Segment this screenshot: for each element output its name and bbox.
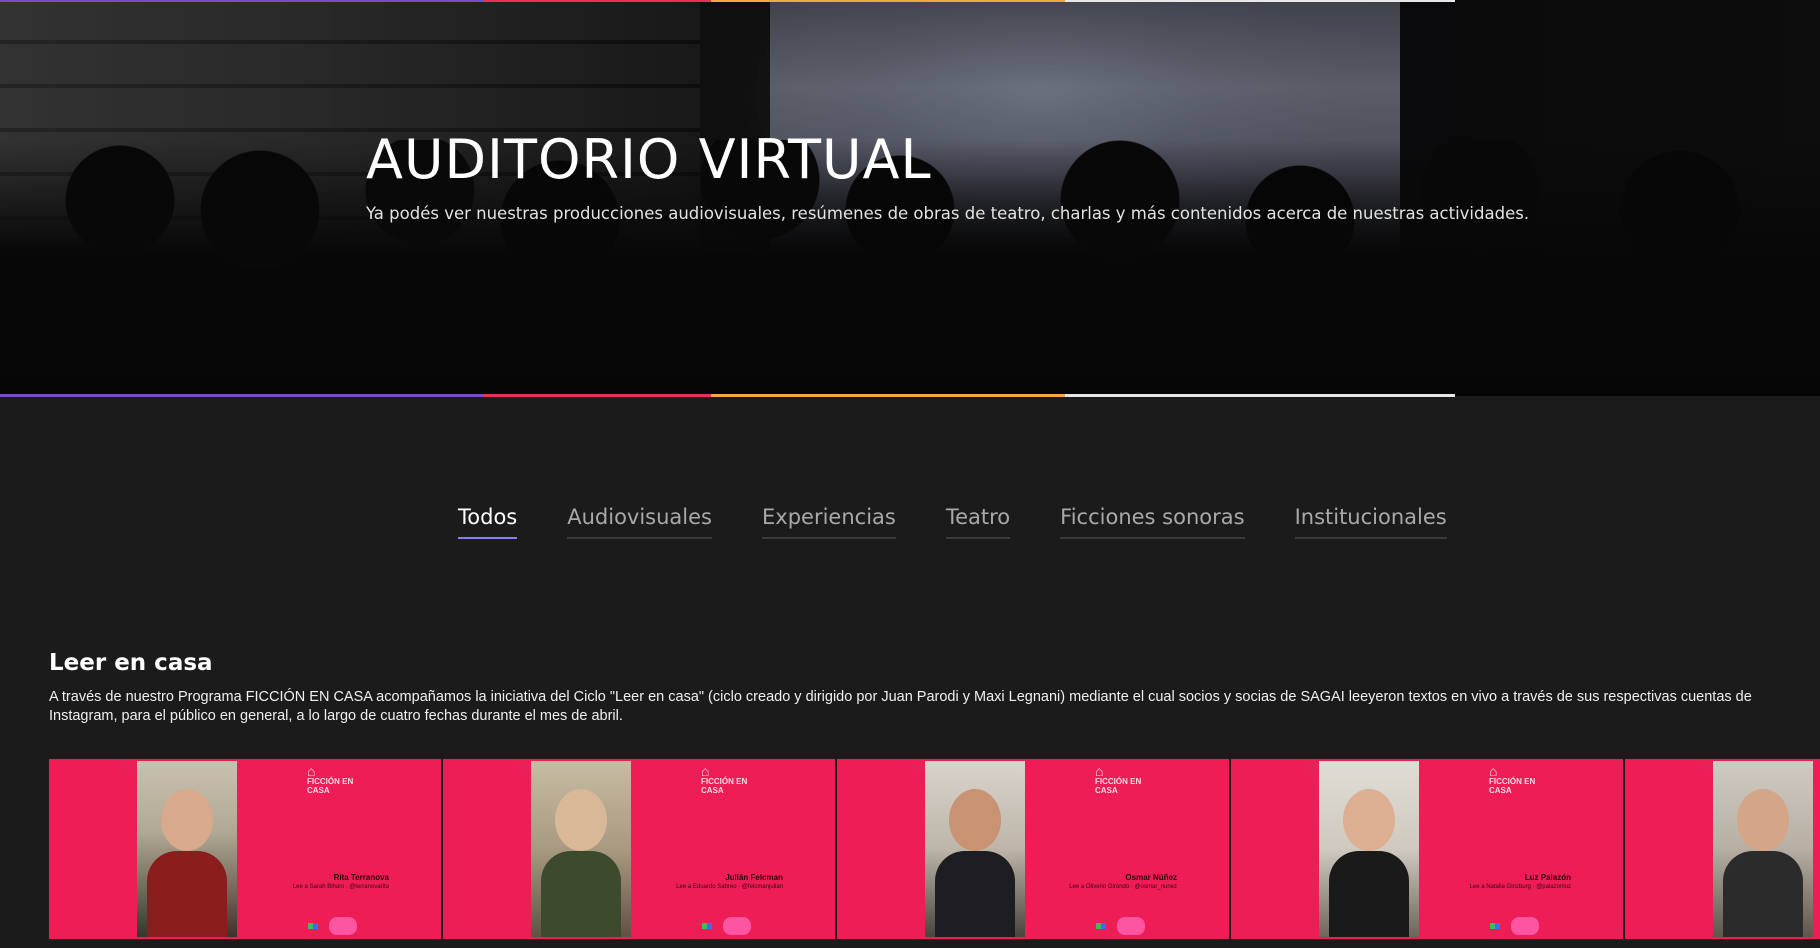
video-thumbnail — [531, 761, 631, 937]
ficcion-en-casa-logo: ⌂ FICCIÓN EN CASA — [701, 763, 761, 805]
video-thumbnail — [1319, 761, 1419, 937]
person-face — [1343, 789, 1395, 851]
bottom-color-bar-2 — [483, 394, 711, 397]
leer-en-casa-badge-icon — [723, 917, 751, 935]
hero-overlay — [0, 0, 1820, 396]
tab-audiovisuales[interactable]: Audiovisuales — [567, 505, 712, 539]
video-card[interactable]: ⌂ FICCIÓN EN CASA Osmar Núñez Lee a Olive… — [837, 759, 1229, 939]
house-icon: ⌂ — [701, 763, 710, 779]
person-face — [1737, 789, 1789, 851]
video-thumbnail — [1713, 761, 1813, 937]
tab-todos[interactable]: Todos — [458, 505, 518, 539]
logo-text: FICCIÓN EN CASA — [1489, 777, 1536, 795]
video-card[interactable]: ⌂ FICCIÓN EN CASA Julián Felcman Lee a Ed… — [443, 759, 835, 939]
live-badge-icon — [1305, 763, 1319, 770]
person-silhouette — [1329, 851, 1409, 937]
hero-banner: AUDITORIO VIRTUAL Ya podés ver nuestras … — [0, 0, 1820, 396]
top-color-bar-2 — [483, 0, 711, 2]
flag-icon — [1490, 923, 1500, 929]
flag-icon — [308, 923, 318, 929]
live-badge-icon — [123, 763, 137, 770]
house-icon: ⌂ — [307, 763, 316, 779]
video-card[interactable] — [1625, 759, 1820, 939]
person-silhouette — [1723, 851, 1803, 937]
video-carousel: ⌂ FICCIÓN EN CASA Rita Terranova Lee a Sa… — [49, 759, 1820, 939]
live-badge-icon — [517, 763, 531, 770]
flag-icon — [1096, 923, 1106, 929]
tab-experiencias[interactable]: Experiencias — [762, 505, 896, 539]
video-card[interactable]: ⌂ FICCIÓN EN CASA Luz Palazón Lee a Natal… — [1231, 759, 1623, 939]
category-tabs: Todos Audiovisuales Experiencias Teatro … — [458, 505, 1447, 545]
bottom-color-bar-4 — [1065, 394, 1455, 397]
flag-icon — [702, 923, 712, 929]
top-color-bar-1 — [0, 0, 483, 2]
person-silhouette — [541, 851, 621, 937]
logo-text: FICCIÓN EN CASA — [307, 777, 354, 795]
ficcion-en-casa-logo: ⌂ FICCIÓN EN CASA — [307, 763, 367, 805]
card-reader-name: Osmar Núñez — [1125, 873, 1177, 882]
page-subtitle: Ya podés ver nuestras producciones audio… — [366, 204, 1530, 223]
card-reader-subtitle: Lee a Oliverio Girondo · @osmar_nunez — [1069, 884, 1177, 890]
person-silhouette — [935, 851, 1015, 937]
leer-en-casa-badge-icon — [329, 917, 357, 935]
top-color-bar-4 — [1065, 0, 1455, 2]
logo-text: FICCIÓN EN CASA — [1095, 777, 1142, 795]
person-silhouette — [147, 851, 227, 937]
page-title: AUDITORIO VIRTUAL — [366, 128, 932, 191]
card-reader-subtitle: Lee a Natalia Ginzburg · @palazonluz — [1469, 884, 1571, 890]
tab-ficciones-sonoras[interactable]: Ficciones sonoras — [1060, 505, 1245, 539]
ficcion-en-casa-logo: ⌂ FICCIÓN EN CASA — [1489, 763, 1549, 805]
card-reader-name: Julián Felcman — [725, 873, 783, 882]
person-face — [555, 789, 607, 851]
section-title: Leer en casa — [49, 650, 213, 676]
ficcion-en-casa-logo: ⌂ FICCIÓN EN CASA — [1095, 763, 1155, 805]
card-reader-subtitle: Lee a Eduardo Sabreo · @felcmanjulian — [676, 884, 783, 890]
leer-en-casa-badge-icon — [1511, 917, 1539, 935]
leer-en-casa-badge-icon — [1117, 917, 1145, 935]
live-badge-icon — [1699, 763, 1713, 770]
tab-institucionales[interactable]: Institucionales — [1294, 505, 1447, 539]
video-thumbnail — [925, 761, 1025, 937]
card-reader-name: Rita Terranova — [333, 873, 389, 882]
section-description: A través de nuestro Programa FICCIÓN EN … — [49, 689, 1752, 724]
house-icon: ⌂ — [1095, 763, 1104, 779]
card-reader-name: Luz Palazón — [1524, 873, 1571, 882]
house-icon: ⌂ — [1489, 763, 1498, 779]
video-card[interactable]: ⌂ FICCIÓN EN CASA Rita Terranova Lee a Sa… — [49, 759, 441, 939]
bottom-color-bar-1 — [0, 394, 483, 397]
person-face — [949, 789, 1001, 851]
live-badge-icon — [911, 763, 925, 770]
tab-teatro[interactable]: Teatro — [945, 505, 1011, 539]
person-face — [161, 789, 213, 851]
bottom-color-bar-3 — [711, 394, 1065, 397]
video-thumbnail — [137, 761, 237, 937]
top-color-bar-3 — [711, 0, 1065, 2]
card-reader-subtitle: Lee a Sarah Bihani · @terranovarita — [292, 884, 389, 890]
logo-text: FICCIÓN EN CASA — [701, 777, 748, 795]
